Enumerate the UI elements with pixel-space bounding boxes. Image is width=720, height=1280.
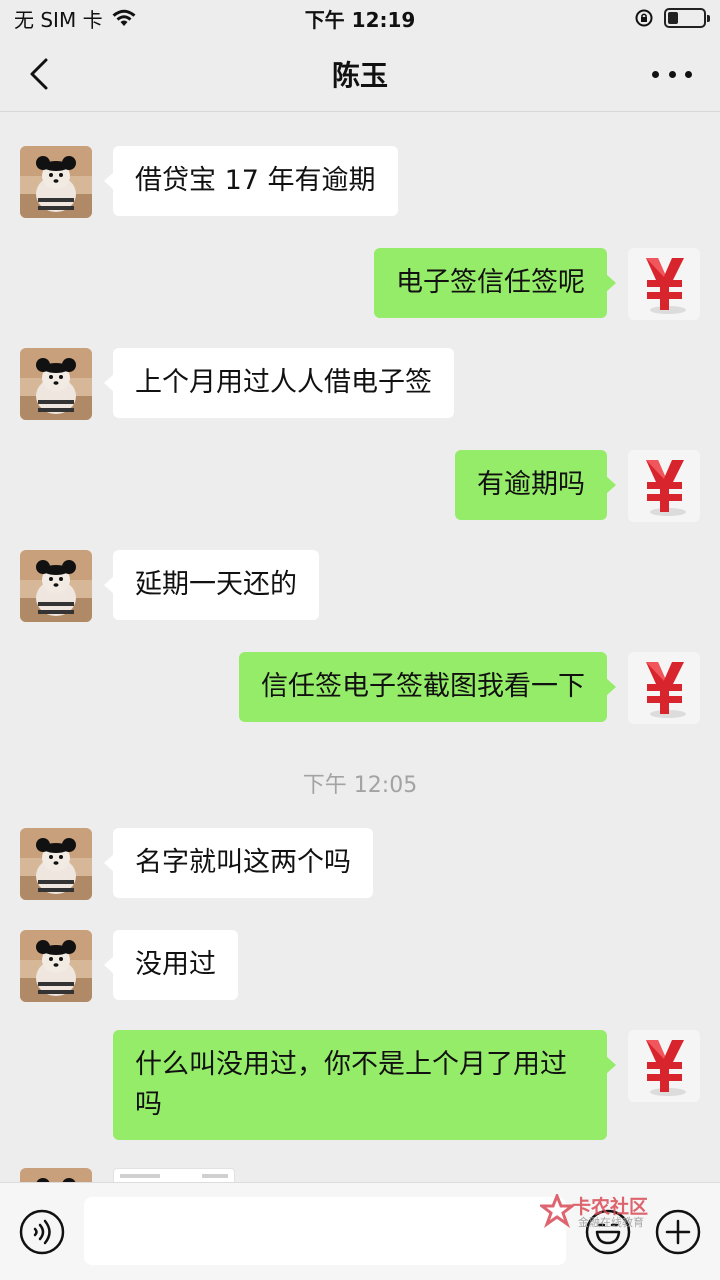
battery-icon [664,8,710,28]
rotation-lock-icon [635,9,653,27]
sent-message[interactable]: 电子签信任签呢 [374,248,616,318]
chat-area[interactable]: 借贷宝 17 年有逾期 电子签信任签呢 上个月用过人人借电子签 有逾期吗 延期一… [0,112,720,1182]
my-avatar[interactable] [628,652,700,724]
carrier-label: 无 SIM 卡 [14,7,103,32]
status-bar: 无 SIM 卡 下午 12:19 [0,0,720,36]
status-right [634,8,710,28]
my-avatar[interactable] [628,1030,700,1102]
chat-title: 陈玉 [331,58,388,92]
my-avatar[interactable] [628,248,700,320]
sent-message[interactable]: 有逾期吗 [455,450,616,520]
received-message[interactable]: 名字就叫这两个吗 [104,828,373,898]
my-avatar[interactable] [628,450,700,522]
sent-message[interactable]: 信任签电子签截图我看一下 [239,652,616,722]
voice-icon[interactable] [18,1208,66,1256]
contact-avatar[interactable] [20,828,92,900]
more-icon[interactable] [652,54,692,94]
timestamp-label: 下午 12:05 [302,773,418,798]
image-message-thumbnail[interactable] [113,1168,235,1182]
contact-avatar[interactable] [20,348,92,420]
input-bar [0,1182,720,1280]
nav-bar: 陈玉 [0,36,720,112]
received-message[interactable]: 延期一天还的 [104,550,319,620]
message-input[interactable] [84,1197,566,1265]
contact-avatar[interactable] [20,550,92,622]
sent-message[interactable]: 什么叫没用过，你不是上个月了用过吗 [113,1030,616,1140]
battery-level [668,12,679,24]
contact-avatar[interactable] [20,146,92,218]
emoji-icon[interactable] [584,1208,632,1256]
status-left: 无 SIM 卡 [14,4,137,33]
received-message[interactable]: 没用过 [104,930,238,1000]
plus-icon[interactable] [654,1208,702,1256]
contact-avatar[interactable] [20,1168,92,1182]
wifi-icon [112,9,136,26]
back-icon[interactable] [22,54,62,94]
received-message[interactable]: 借贷宝 17 年有逾期 [104,146,398,216]
received-message[interactable]: 上个月用过人人借电子签 [104,348,454,418]
contact-avatar[interactable] [20,930,92,1002]
